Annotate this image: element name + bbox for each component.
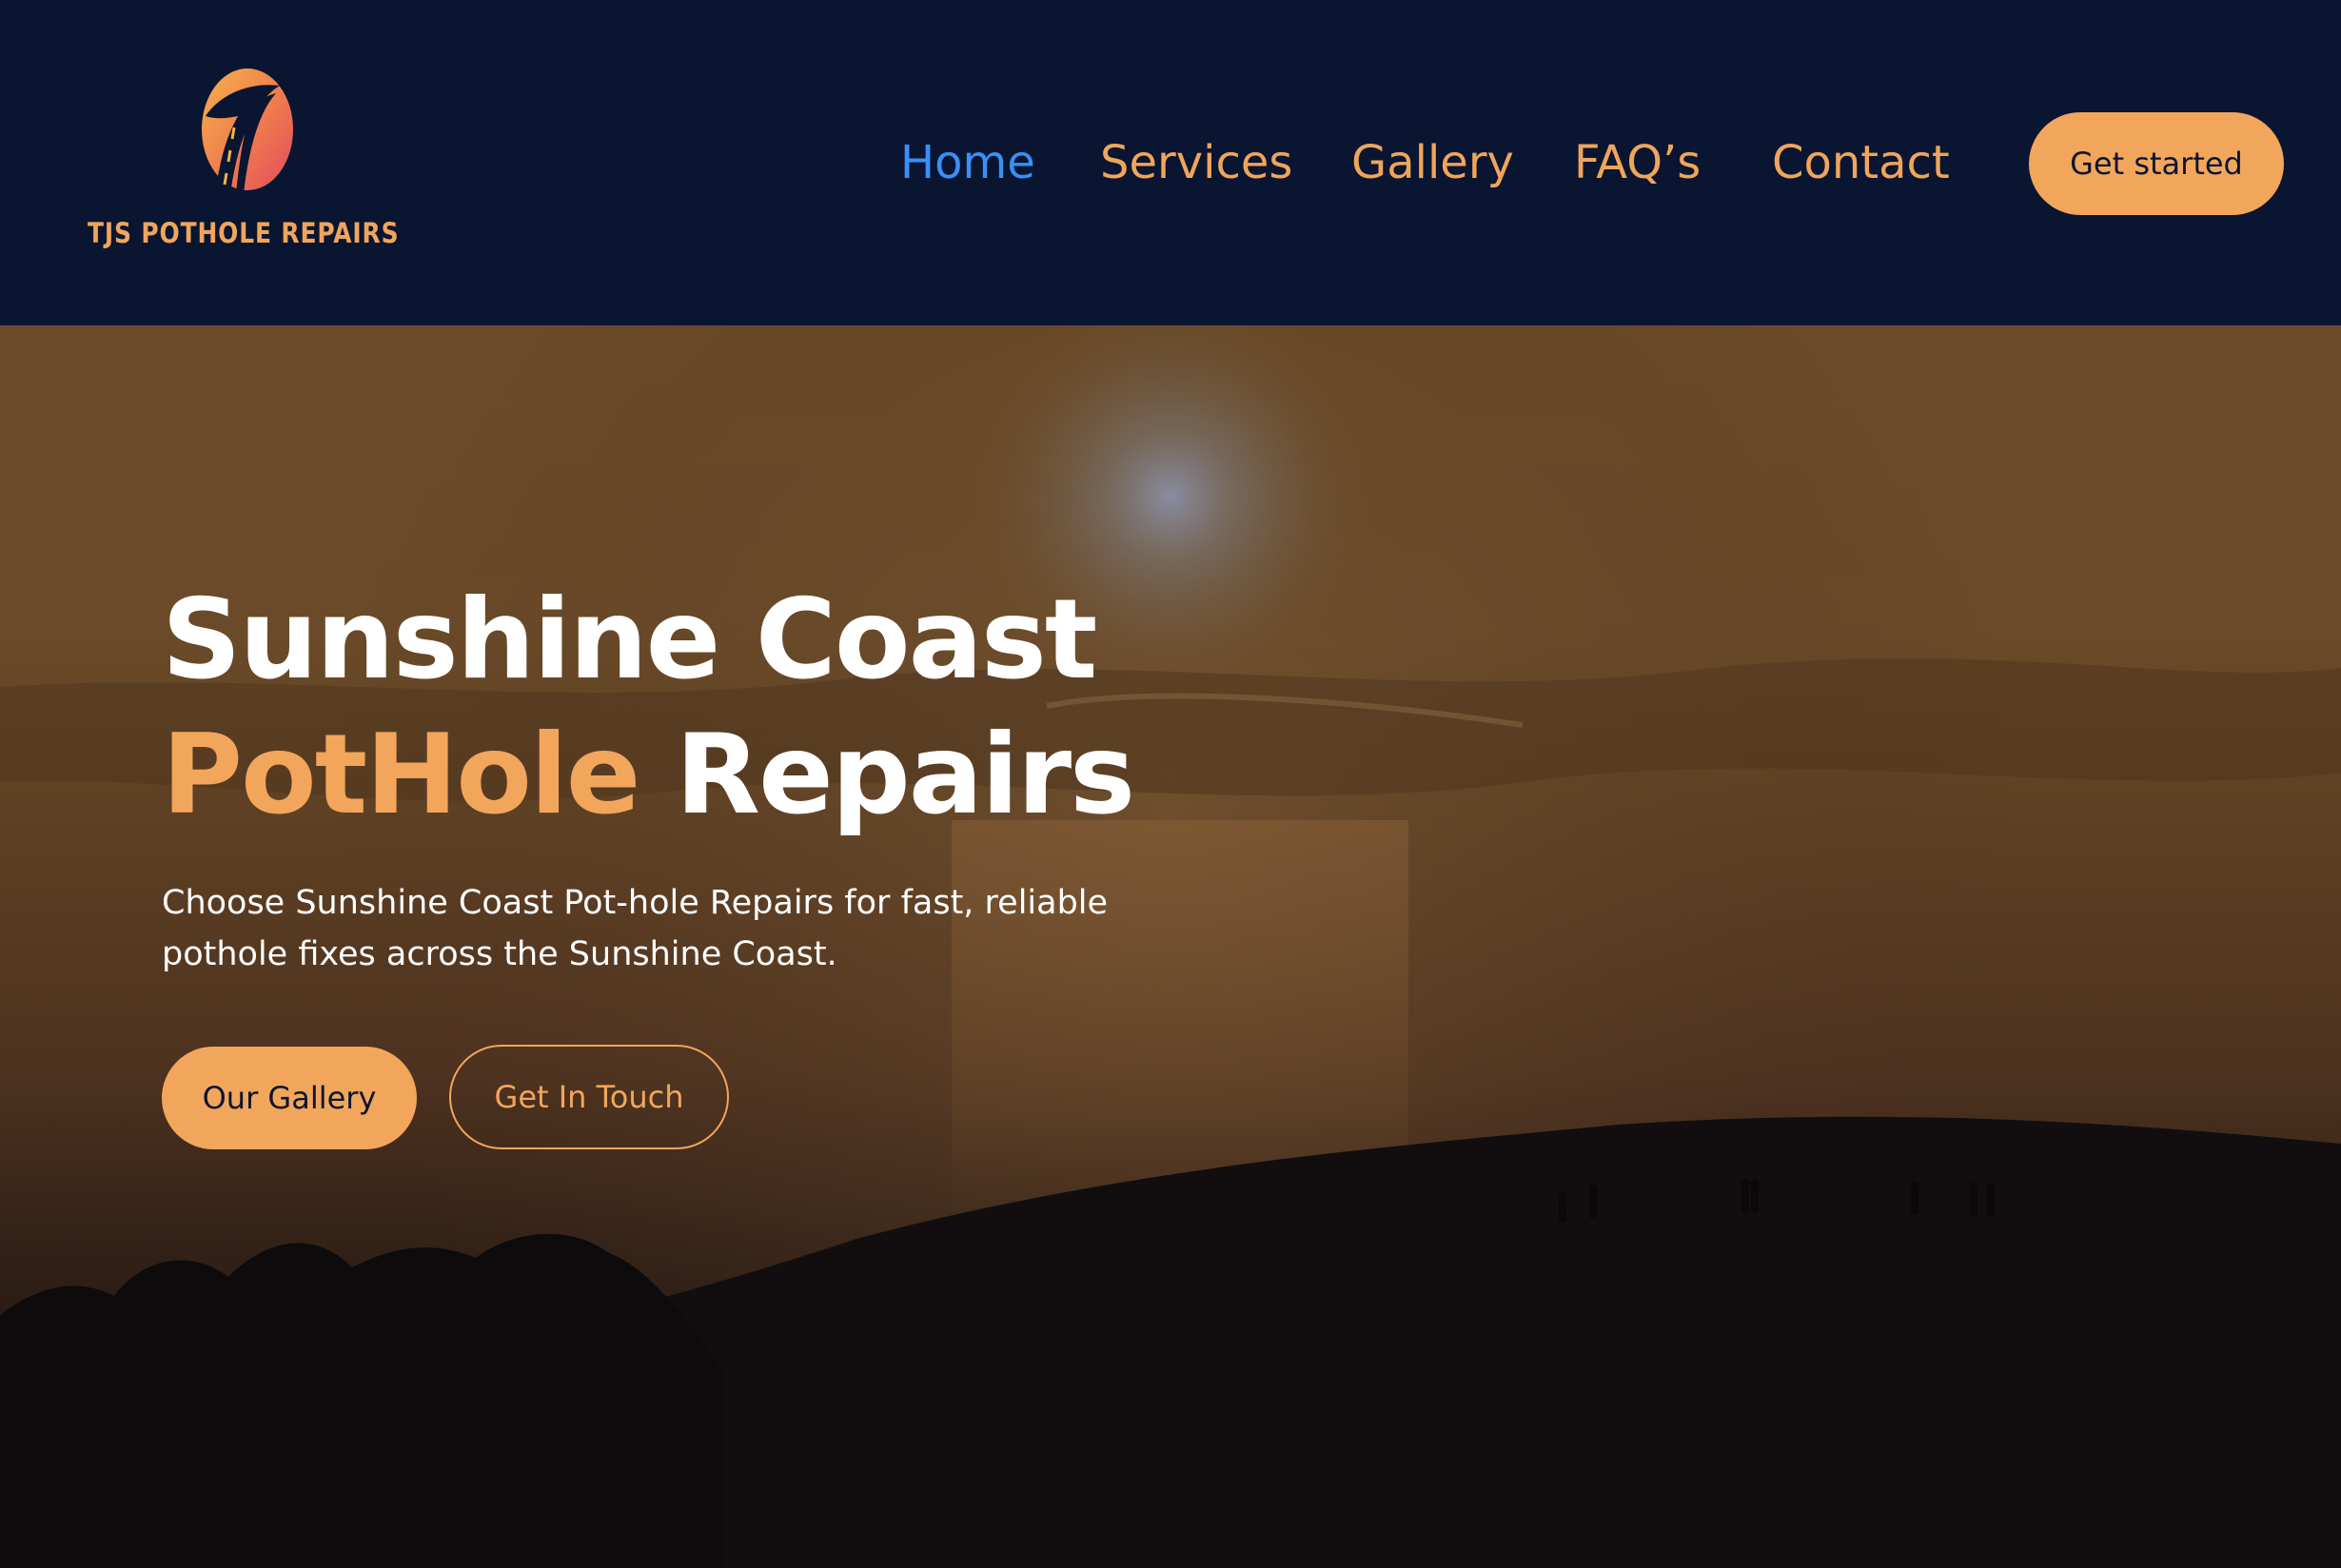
hero-title-rest: Repairs: [675, 711, 1135, 839]
nav-gallery[interactable]: Gallery: [1351, 129, 1514, 196]
nav-services[interactable]: Services: [1100, 129, 1292, 196]
hero-title: Sunshine Coast PotHole Repairs: [162, 573, 1399, 843]
get-started-button[interactable]: Get started: [2029, 112, 2284, 215]
nav-faqs[interactable]: FAQ’s: [1574, 129, 1701, 196]
brand-name: TJS POTHOLE REPAIRS: [88, 217, 400, 249]
hero-section: Sunshine Coast PotHole Repairs Choose Su…: [0, 325, 2341, 1568]
nav-home[interactable]: Home: [900, 129, 1035, 196]
main-nav: Home Services Gallery FAQ’s Contact: [0, 129, 2341, 196]
site-header: TJS POTHOLE REPAIRS Home Services Galler…: [0, 0, 2341, 325]
hero-title-accent: PotHole: [162, 711, 640, 839]
get-in-touch-button[interactable]: Get In Touch: [449, 1045, 729, 1149]
hero-title-line1: Sunshine Coast: [162, 576, 1097, 704]
hero-subtitle: Choose Sunshine Coast Pot-hole Repairs f…: [162, 884, 1109, 973]
our-gallery-button[interactable]: Our Gallery: [162, 1047, 417, 1149]
nav-contact[interactable]: Contact: [1772, 129, 1950, 196]
